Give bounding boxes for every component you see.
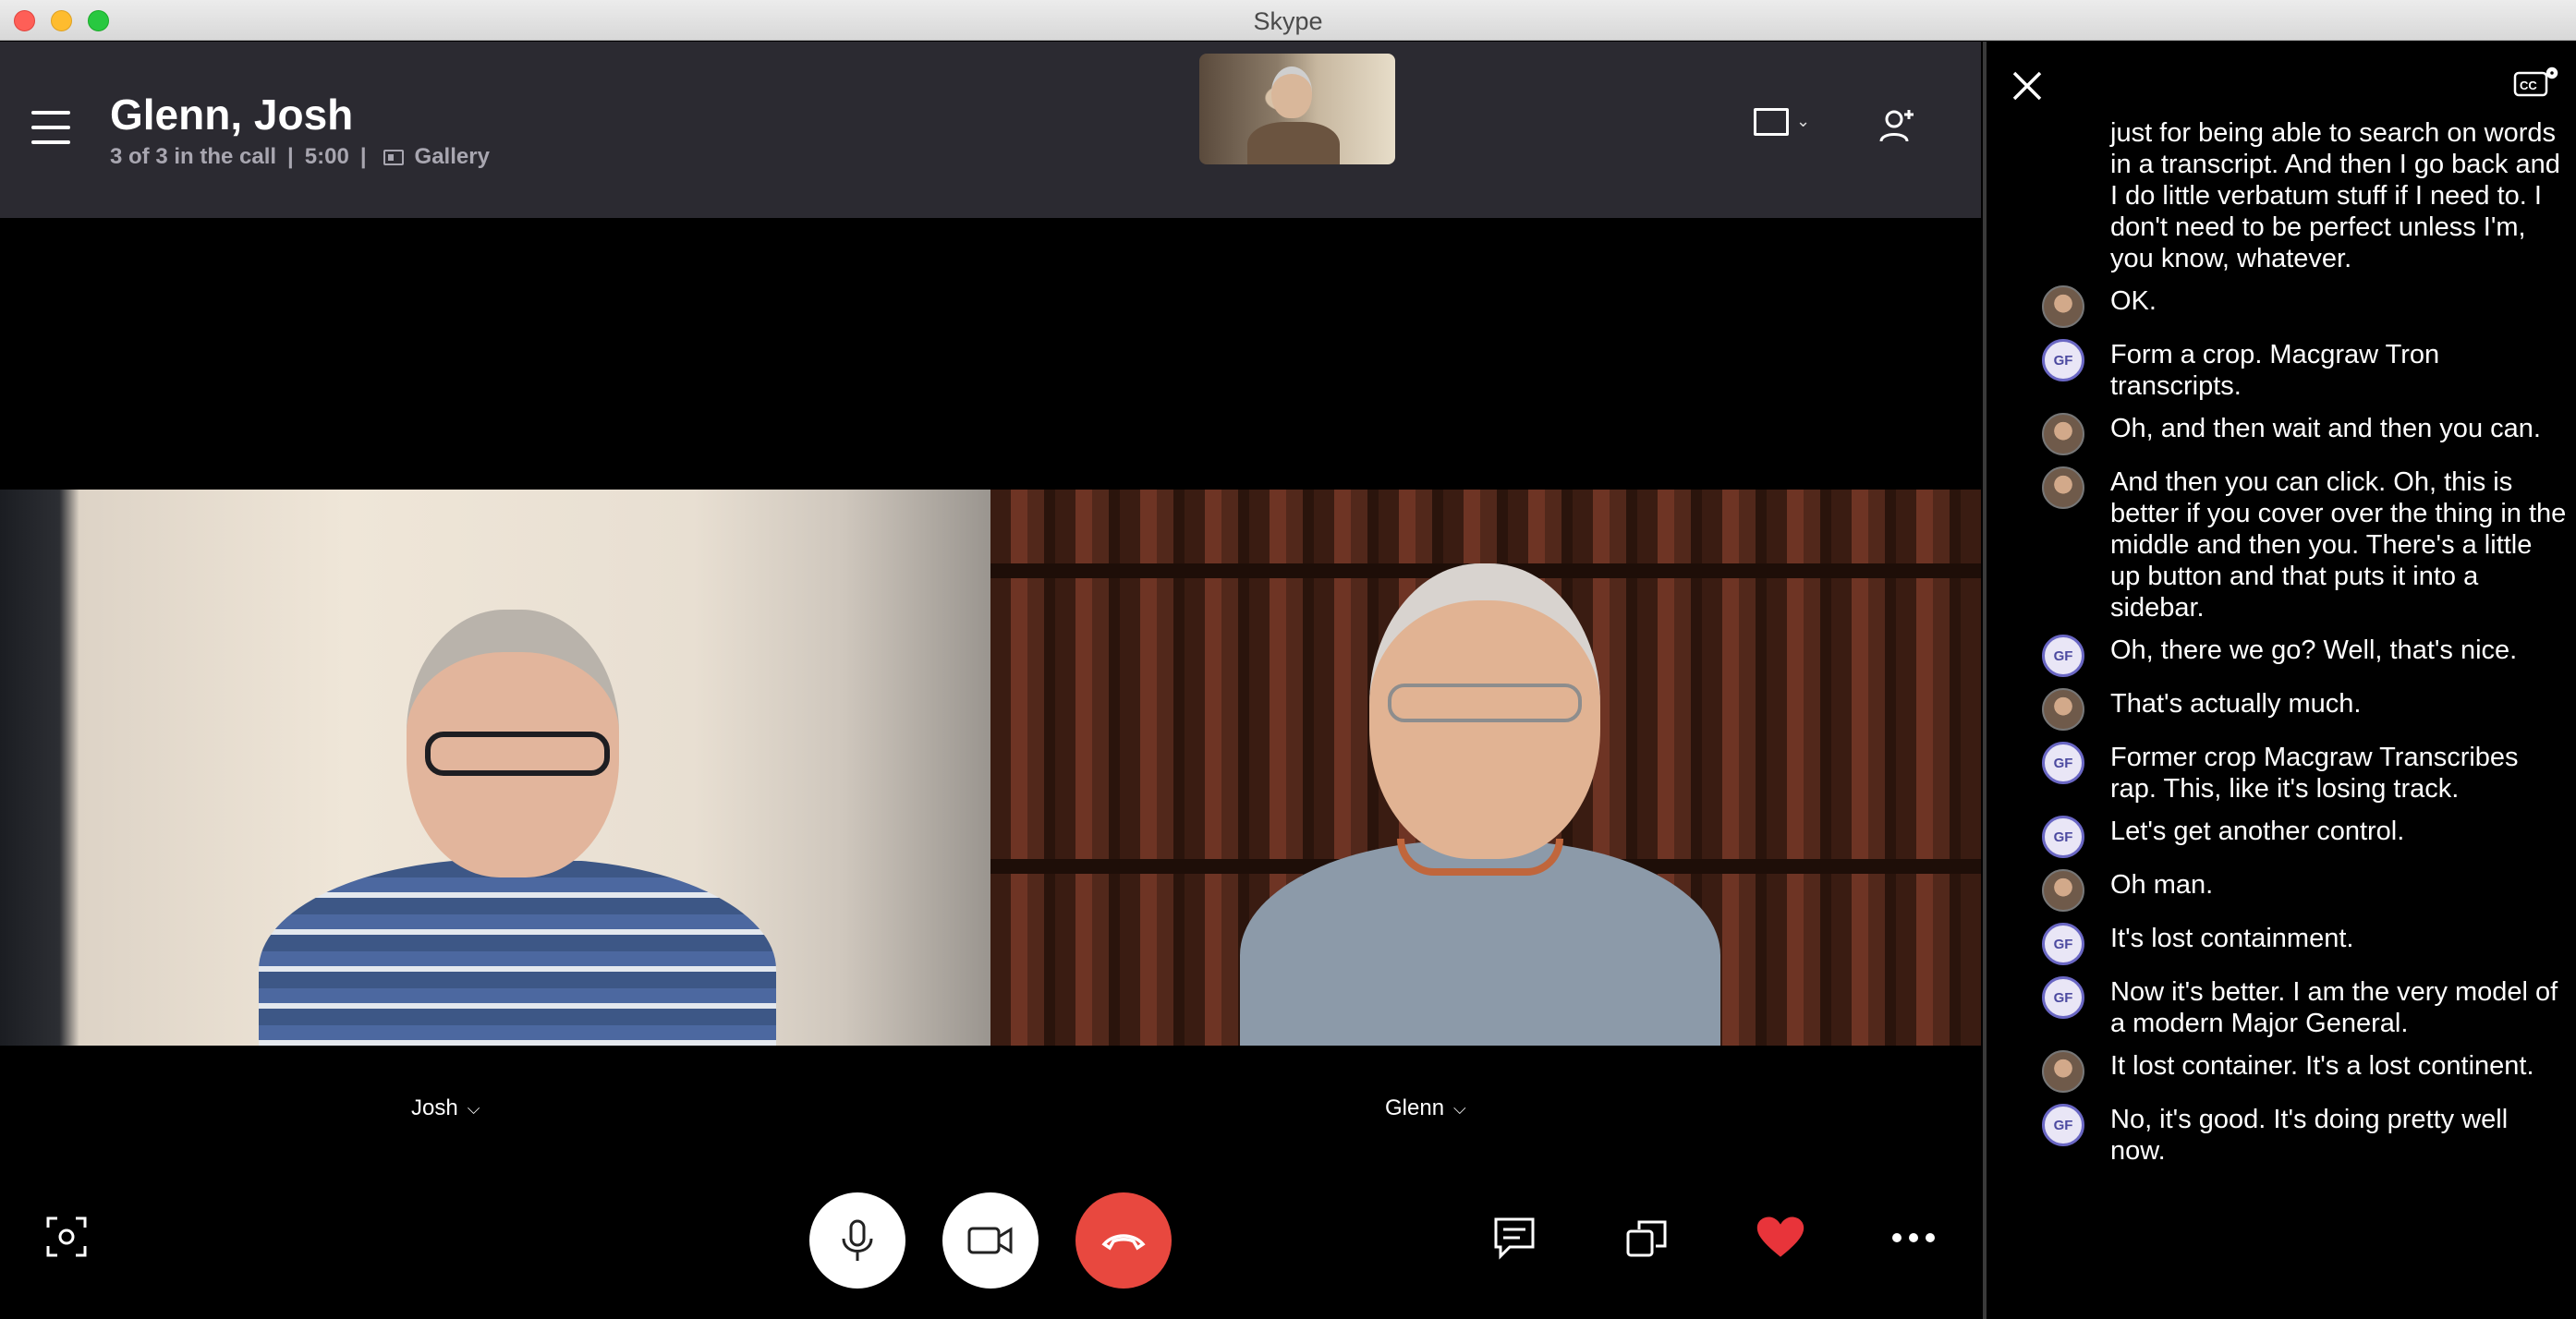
caption-text: No, it's good. It's doing pretty well no… bbox=[2110, 1105, 2509, 1166]
avatar bbox=[2042, 285, 2084, 328]
video-button[interactable] bbox=[942, 1192, 1039, 1289]
chevron-down-icon: ⌵ bbox=[1453, 1098, 1466, 1118]
add-person-icon[interactable] bbox=[1877, 106, 1918, 147]
avatar bbox=[2042, 1050, 2084, 1093]
call-duration: 5:00 bbox=[304, 144, 349, 169]
separator: | bbox=[287, 144, 294, 169]
caption-row: GF Form a crop. Macgraw Tron transcripts… bbox=[2042, 339, 2569, 402]
close-icon[interactable] bbox=[2009, 67, 2046, 104]
microphone-button[interactable] bbox=[809, 1192, 905, 1289]
caption-text: It lost container. It's a lost continent… bbox=[2110, 1051, 2534, 1081]
participant-name-label: Josh bbox=[411, 1095, 458, 1120]
video-camera-icon bbox=[967, 1227, 1013, 1254]
caption-row: And then you can click. Oh, this is bett… bbox=[2042, 466, 2569, 623]
svg-text:CC: CC bbox=[2520, 79, 2537, 92]
chevron-down-icon: ⌵ bbox=[467, 1098, 480, 1118]
caption-text: Oh, there we go? Well, that's nice. bbox=[2110, 635, 2518, 665]
view-mode-button[interactable]: Gallery bbox=[415, 144, 490, 170]
participant-name-label: Glenn bbox=[1385, 1095, 1445, 1120]
caption-row: GF No, it's good. It's doing pretty well… bbox=[2042, 1104, 2569, 1167]
separator: | bbox=[359, 144, 367, 169]
caption-row: GF Let's get another control. bbox=[2042, 816, 2569, 858]
closed-captions-settings-icon[interactable]: CC bbox=[2513, 66, 2559, 99]
participants-status: 3 of 3 in the call bbox=[110, 144, 277, 169]
avatar bbox=[2042, 466, 2084, 509]
call-area: Glenn, Josh 3 of 3 in the call | 5:00 | … bbox=[0, 42, 1981, 1319]
caption-text: Now it's better. I am the very model of … bbox=[2110, 977, 2558, 1038]
avatar: GF bbox=[2042, 923, 2084, 965]
avatar: GF bbox=[2042, 976, 2084, 1019]
participant-video-josh[interactable] bbox=[0, 490, 990, 1046]
end-call-button[interactable] bbox=[1075, 1192, 1172, 1289]
call-title: Glenn, Josh bbox=[110, 91, 354, 139]
caption-row: Oh, and then wait and then you can. bbox=[2042, 413, 2569, 455]
caption-text: OK. bbox=[2110, 286, 2157, 316]
caption-text: just for being able to search on words i… bbox=[2110, 118, 2560, 273]
caption-text: Oh man. bbox=[2110, 870, 2214, 900]
caption-row: GF Now it's better. I am the very model … bbox=[2042, 976, 2569, 1039]
share-screen-icon[interactable] bbox=[1622, 1213, 1672, 1263]
captions-panel: CC just for being able to search on word… bbox=[1983, 42, 2576, 1319]
self-video-preview[interactable] bbox=[1199, 54, 1395, 164]
avatar bbox=[2042, 869, 2084, 912]
screenshot-icon[interactable] bbox=[44, 1215, 89, 1259]
gallery-icon bbox=[383, 149, 404, 165]
window-title: Skype bbox=[1253, 7, 1323, 35]
caption-row: GF Former crop Macgraw Transcribes rap. … bbox=[2042, 742, 2569, 805]
caption-text: Former crop Macgraw Transcribes rap. Thi… bbox=[2110, 743, 2519, 804]
avatar bbox=[2042, 688, 2084, 731]
menu-icon[interactable] bbox=[31, 111, 70, 144]
participant-name-josh[interactable]: Josh ⌵ bbox=[411, 1095, 480, 1121]
microphone-icon bbox=[842, 1219, 873, 1261]
call-header: Glenn, Josh 3 of 3 in the call | 5:00 | … bbox=[0, 42, 1981, 218]
caption-row: GF It's lost containment. bbox=[2042, 923, 2569, 965]
participant-video-glenn[interactable] bbox=[990, 490, 1981, 1046]
heart-icon[interactable] bbox=[1756, 1213, 1805, 1263]
layout-icon[interactable]: ⌄ bbox=[1754, 106, 1810, 143]
avatar: GF bbox=[2042, 742, 2084, 784]
caption-text: Oh, and then wait and then you can. bbox=[2110, 414, 2541, 443]
avatar: GF bbox=[2042, 816, 2084, 858]
avatar bbox=[2042, 413, 2084, 455]
call-subtitle: 3 of 3 in the call | 5:00 | Gallery bbox=[110, 144, 490, 170]
caption-text: That's actually much. bbox=[2110, 689, 2362, 719]
caption-text: Let's get another control. bbox=[2110, 817, 2405, 846]
window-titlebar: Skype bbox=[0, 0, 2576, 41]
caption-text: It's lost containment. bbox=[2110, 924, 2354, 953]
caption-row: GF Oh, there we go? Well, that's nice. bbox=[2042, 635, 2569, 677]
end-call-icon bbox=[1101, 1234, 1146, 1251]
participant-name-glenn[interactable]: Glenn ⌵ bbox=[1385, 1095, 1466, 1121]
avatar: GF bbox=[2042, 1104, 2084, 1146]
caption-text: And then you can click. Oh, this is bett… bbox=[2110, 467, 2567, 623]
avatar: GF bbox=[2042, 339, 2084, 381]
caption-text: Form a crop. Macgraw Tron transcripts. bbox=[2110, 340, 2440, 401]
caption-row: OK. bbox=[2042, 285, 2569, 328]
chat-icon[interactable] bbox=[1489, 1213, 1539, 1263]
caption-row: It lost container. It's a lost continent… bbox=[2042, 1050, 2569, 1093]
caption-row: That's actually much. bbox=[2042, 688, 2569, 731]
more-icon[interactable] bbox=[1889, 1213, 1938, 1263]
caption-row: Oh man. bbox=[2042, 869, 2569, 912]
avatar: GF bbox=[2042, 635, 2084, 677]
caption-list: just for being able to search on words i… bbox=[2042, 117, 2569, 1178]
caption-row: just for being able to search on words i… bbox=[2042, 117, 2569, 274]
